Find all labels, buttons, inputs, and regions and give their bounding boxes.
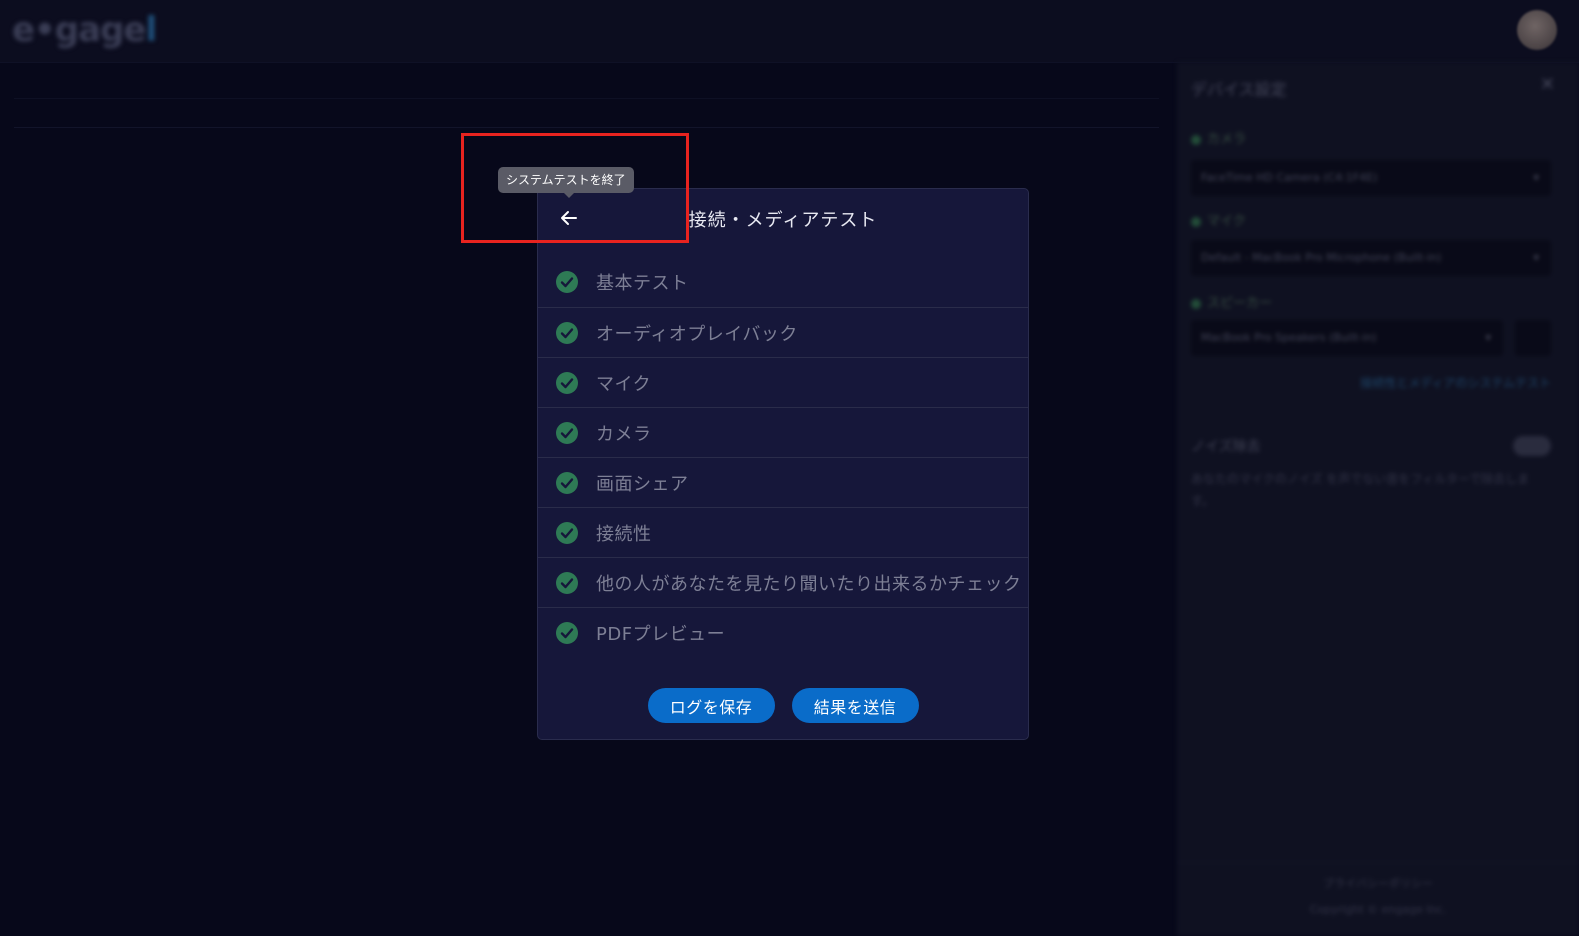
list-item: PDFプレビュー (538, 607, 1028, 657)
privacy-link[interactable]: プライバシーポリシー (1177, 875, 1579, 891)
noise-suppression-description: あなたのマイクのノイズ を声でない音をフィルターで除去します。 (1191, 472, 1530, 508)
check-circle-icon (556, 521, 578, 544)
test-label: PDFプレビュー (596, 623, 726, 645)
check-circle-icon (556, 321, 578, 344)
device-settings-panel: デバイス設定 ✕ カメラ FaceTime HD Camera (C4:1F4E… (1177, 62, 1579, 936)
app-logo: e•gagel (12, 10, 157, 50)
panel-footer: プライバシーポリシー Copyright © engage Inc. (1177, 862, 1579, 936)
system-test-link[interactable]: 接続性とメディアのシステムテスト (1360, 374, 1551, 391)
dialog-header: 接続・メディアテスト (538, 189, 1028, 251)
camera-select[interactable]: FaceTime HD Camera (C4:1F4E) ▾ (1191, 160, 1551, 196)
check-circle-icon (556, 271, 578, 293)
page: e•gagel デバイス設定 ✕ カメラ FaceTime HD Camera … (0, 0, 1579, 936)
connection-media-test-dialog: 接続・メディアテスト 基本テスト オーディオプレイバック マイク カメラ 画面シ… (537, 188, 1029, 740)
copyright-text: Copyright © engage Inc. (1309, 903, 1447, 916)
mic-label: マイク (1191, 210, 1246, 229)
chevron-down-icon: ▾ (1533, 251, 1539, 264)
close-icon[interactable]: ✕ (1540, 74, 1555, 95)
list-item: 接続性 (538, 507, 1028, 557)
list-item: マイク (538, 357, 1028, 407)
test-label: 画面シェア (596, 473, 689, 495)
mic-select[interactable]: Default - MacBook Pro Microphone (Built-… (1191, 240, 1551, 276)
list-item: 他の人があなたを見たり聞いたり出来るかチェック (538, 557, 1028, 607)
speaker-test-button[interactable] (1515, 320, 1551, 356)
panel-title: デバイス設定 (1191, 80, 1287, 99)
check-circle-icon (556, 371, 578, 394)
test-list: 基本テスト オーディオプレイバック マイク カメラ 画面シェア 接続性 他の人が… (538, 257, 1028, 657)
check-circle-icon (556, 421, 578, 444)
test-label: 基本テスト (596, 273, 689, 294)
noise-suppression-toggle[interactable] (1513, 436, 1551, 456)
test-label: カメラ (596, 423, 652, 445)
list-item: カメラ (538, 407, 1028, 457)
list-item: 画面シェア (538, 457, 1028, 507)
back-button-tooltip: システムテストを終了 (498, 167, 634, 193)
main-content-strip (14, 98, 1159, 128)
test-label: 他の人があなたを見たり聞いたり出来るかチェック (596, 573, 1022, 595)
chevron-down-icon: ▾ (1485, 331, 1491, 344)
save-log-button[interactable]: ログを保存 (647, 688, 775, 723)
camera-label: カメラ (1191, 128, 1246, 147)
avatar[interactable] (1517, 10, 1557, 50)
noise-suppression-label: ノイズ除去 (1191, 439, 1261, 455)
tooltip-arrow (563, 192, 575, 198)
list-item: 基本テスト (538, 257, 1028, 307)
test-label: マイク (596, 373, 652, 395)
speaker-label: スピーカー (1191, 292, 1272, 311)
check-circle-icon (556, 621, 578, 644)
send-results-button[interactable]: 結果を送信 (791, 688, 919, 723)
top-bar: e•gagel (0, 0, 1579, 63)
list-item: オーディオプレイバック (538, 307, 1028, 357)
dialog-actions: ログを保存 結果を送信 (538, 688, 1028, 723)
check-circle-icon (556, 471, 578, 494)
chevron-down-icon: ▾ (1533, 171, 1539, 184)
dialog-title: 接続・メディアテスト (688, 210, 878, 231)
test-label: 接続性 (596, 523, 652, 545)
check-circle-icon (556, 571, 578, 594)
test-label: オーディオプレイバック (596, 323, 798, 345)
speaker-select[interactable]: MacBook Pro Speakers (Built-in) ▾ (1191, 320, 1503, 356)
